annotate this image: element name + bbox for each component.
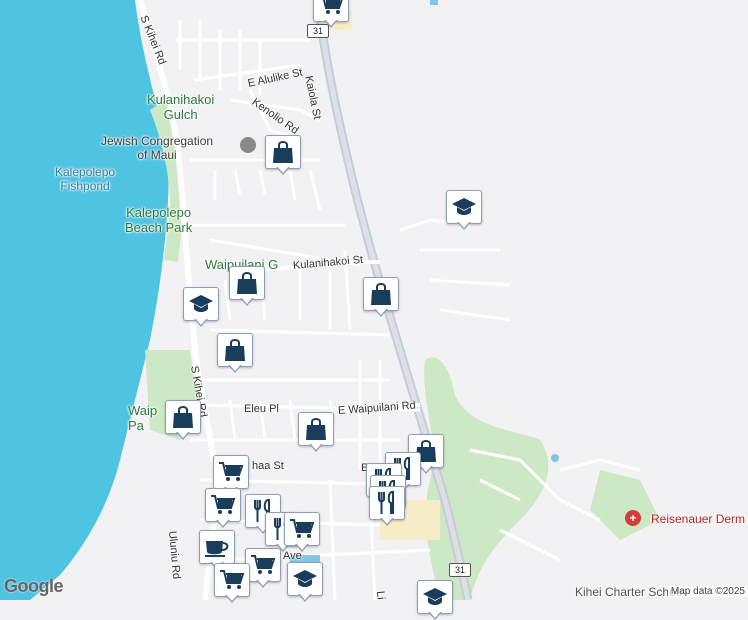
road-label-eleu-pl: Eleu Pl [244,403,279,415]
shopping-bag-icon [363,277,399,311]
school-pin-kihei-charter[interactable] [287,562,323,602]
shopping-bag-icon [217,333,253,367]
shopping-cart-pin-south-1[interactable] [205,488,241,528]
golf-course-east [590,470,660,540]
shopping-bag-icon [165,400,201,434]
restaurant-pin-south-3[interactable] [369,486,405,526]
graduation-cap-icon [183,287,219,321]
coffee-cup-icon [199,530,235,564]
ocean [0,0,169,600]
shopping-cart-icon [205,488,241,522]
graduation-cap-icon [287,562,323,596]
map-copyright[interactable]: Map data ©2025 [667,586,748,597]
shopping-bag-pin-highway[interactable] [363,277,399,317]
school-pin-southeast[interactable] [417,580,453,620]
shopping-cart-pin-south-3[interactable] [245,548,281,588]
shopping-bag-icon [229,266,265,300]
label-kihei-charter: Kihei Charter Schoo [575,585,683,599]
graduation-cap-icon [446,190,482,224]
shopping-cart-pin-top[interactable] [313,0,349,28]
road-label-li: Li [374,590,387,601]
label-reisenauer: Reisenauer Derm [651,512,746,526]
synagogue-icon[interactable] [240,137,256,153]
shopping-bag-pin-e-waipuilani[interactable] [298,412,334,452]
shopping-bag-icon [265,135,301,169]
label-waipuilani-park: Waip Pa [128,403,158,433]
shopping-cart-pin-south-4[interactable] [214,563,250,603]
shopping-bag-icon [298,412,334,446]
shopping-bag-pin-jewish[interactable] [265,135,301,175]
school-pin-west[interactable] [183,287,219,327]
label-kulanihakoi-gulch: Kulanihakoi Gulch [147,92,215,122]
graduation-cap-icon [417,580,453,614]
shopping-cart-icon [245,548,281,582]
shopping-cart-icon [284,512,320,546]
label-kalepolepo-fishpond: Kalepolepo Fishpond [55,165,116,193]
road-label-haa-st: haa St [252,460,284,472]
pond [551,454,559,462]
google-logo: Google [4,576,64,596]
school-pin-east[interactable] [446,190,482,230]
shopping-bag-pin-kihei-rd[interactable] [217,333,253,373]
hospital-icon[interactable]: + [625,510,641,526]
shopping-cart-pin-south-2[interactable] [284,512,320,552]
highway-31-shield-bottom: 31 [449,563,471,577]
label-kalepolepo-beach-park: Kalepolepo Beach Park [125,205,193,235]
shopping-bag-pin-waip-park[interactable] [165,400,201,440]
fork-knife-icon [369,486,405,520]
shopping-cart-icon [214,563,250,597]
shopping-cart-icon [213,455,249,489]
shopping-bag-pin-waipuilani[interactable] [229,266,265,306]
label-jewish-congregation: Jewish Congregation of Maui [101,134,214,162]
